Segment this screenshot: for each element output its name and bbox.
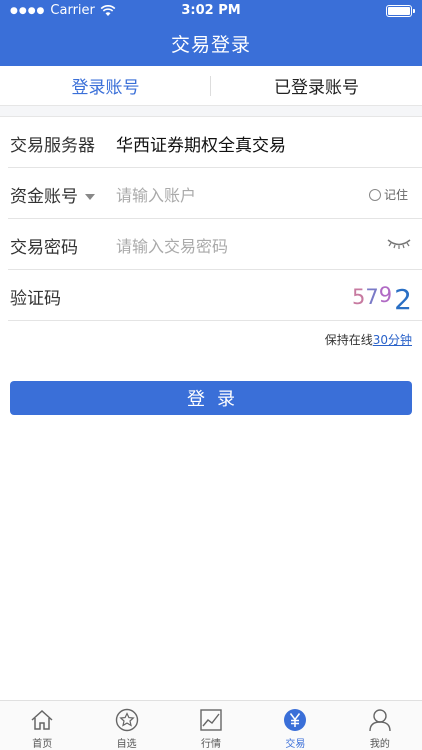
tab-login-account[interactable]: 登录账号	[0, 66, 211, 105]
remember-checkbox[interactable]: 记住	[368, 186, 408, 203]
yen-icon	[284, 709, 307, 731]
status-bar: ●●●● Carrier 3:02 PM	[0, 0, 422, 22]
bottom-tabbar: 首页 自选 行情 交易 我的	[0, 700, 422, 750]
tabbar-label: 自选	[116, 739, 137, 750]
section-gap	[0, 106, 422, 117]
captcha-row: 验证码 5 7 9 2	[8, 270, 422, 321]
account-row: 资金账号 请输入账户 记住	[8, 168, 422, 219]
server-value[interactable]: 华西证券期权全真交易	[116, 131, 286, 156]
captcha-label: 验证码	[10, 289, 61, 309]
page-title: 交易登录	[170, 34, 251, 56]
tabbar-item-profile[interactable]: 我的	[338, 701, 422, 750]
chart-icon	[200, 709, 222, 731]
password-input[interactable]: 请输入交易密码	[116, 233, 228, 257]
tabbar-label: 行情	[201, 739, 222, 750]
captcha-digit: 2	[394, 283, 412, 316]
status-time: 3:02 PM	[181, 3, 241, 18]
captcha-digit: 9	[378, 283, 393, 307]
tabbar-item-trade[interactable]: 交易	[253, 701, 337, 750]
tabbar-label: 首页	[32, 739, 53, 750]
tabbar-item-watchlist[interactable]: 自选	[84, 701, 168, 750]
header: ●●●● Carrier 3:02 PM 交易登录	[0, 0, 422, 66]
tabbar-item-home[interactable]: 首页	[0, 701, 84, 750]
keep-online-setting: 保持在线30分钟	[325, 331, 412, 348]
home-icon	[31, 709, 53, 730]
caret-down-icon	[85, 194, 95, 200]
remember-label: 记住	[383, 188, 408, 202]
account-type-selector[interactable]: 资金账号	[10, 182, 95, 207]
battery-icon	[386, 5, 415, 17]
star-icon	[115, 708, 138, 732]
account-label: 资金账号	[10, 187, 78, 207]
password-label: 交易密码	[10, 238, 78, 258]
server-label: 交易服务器	[10, 136, 95, 156]
tab-logged-in-accounts[interactable]: 已登录账号	[211, 66, 422, 105]
login-button[interactable]: 登录	[10, 381, 412, 415]
server-row[interactable]: 交易服务器 华西证券期权全真交易	[8, 117, 422, 168]
captcha-digit: 5	[352, 285, 366, 309]
captcha-image[interactable]: 5 7 9 2	[352, 276, 412, 316]
tabbar-item-market[interactable]: 行情	[169, 701, 253, 750]
keep-online-duration-link[interactable]: 30分钟	[373, 333, 412, 347]
eye-closed-icon[interactable]	[386, 235, 412, 251]
radio-icon	[368, 188, 381, 201]
password-row: 交易密码 请输入交易密码	[8, 219, 422, 270]
account-tabs: 登录账号 已登录账号	[0, 66, 422, 106]
tabbar-label: 交易	[285, 739, 306, 750]
tab-divider	[210, 76, 211, 96]
person-icon	[369, 709, 391, 732]
tabbar-label: 我的	[369, 739, 390, 750]
keep-online-prefix: 保持在线	[324, 333, 373, 347]
account-input[interactable]: 请输入账户	[116, 182, 196, 206]
captcha-digit: 7	[365, 285, 379, 309]
login-form: 交易服务器 华西证券期权全真交易 资金账号 请输入账户 记住 交易密码 请输入交…	[0, 117, 422, 321]
